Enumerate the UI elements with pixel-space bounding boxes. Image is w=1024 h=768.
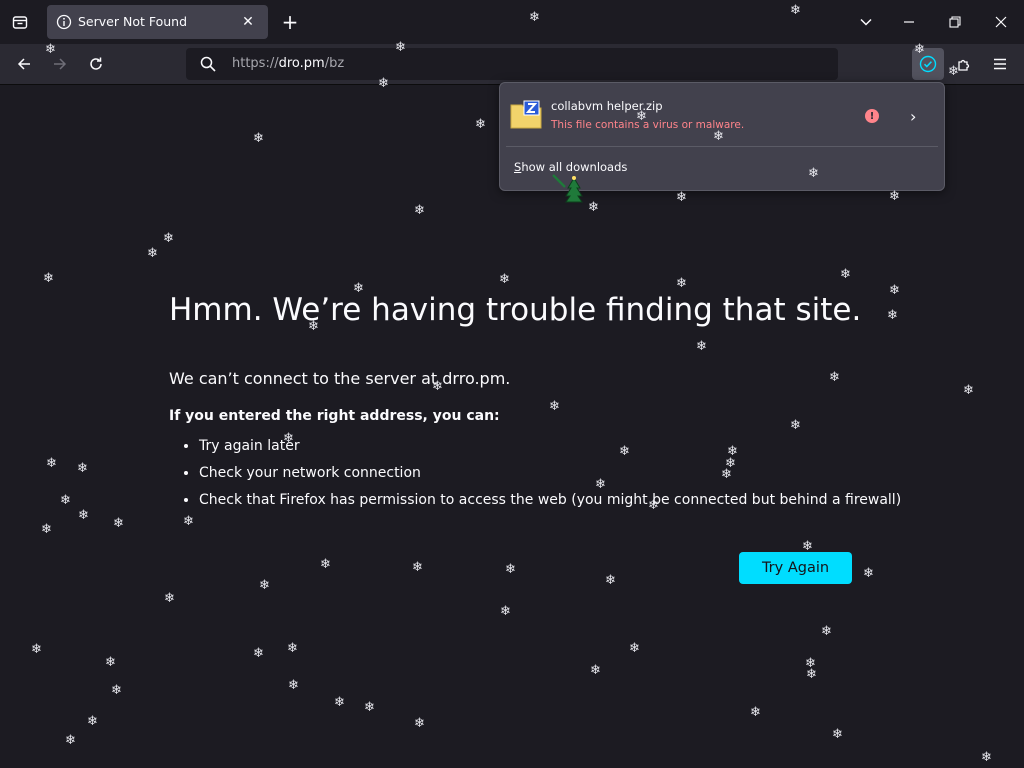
url-scheme: https:// [232,56,279,71]
download-file-name: collabvm helper.zip [551,99,663,113]
list-item: Check that Firefox has permission to acc… [199,487,901,514]
list-all-tabs-button[interactable] [854,10,878,34]
chevron-right-icon[interactable]: › [910,107,916,126]
tips-list: Try again later Check your network conne… [169,433,901,514]
list-item: Try again later [199,433,901,460]
tab-close-button[interactable]: ✕ [236,10,260,34]
url-text: https://dro.pm/bz [232,56,344,71]
zip-file-icon [510,99,542,129]
download-status: This file contains a virus or malware. [551,119,745,131]
new-tab-button[interactable]: + [278,8,302,36]
error-subheading: If you entered the right address, you ca… [169,408,500,424]
reload-icon[interactable] [84,52,108,76]
tab-server-not-found[interactable]: Server Not Found ✕ [47,5,268,39]
nav-toolbar: https://dro.pm/bz [0,44,1024,85]
info-icon [56,14,72,34]
restore-button[interactable] [943,10,967,34]
divider [506,146,938,147]
forward-icon[interactable] [48,52,72,76]
downloads-button[interactable] [912,48,944,80]
menu-icon[interactable] [988,52,1012,76]
error-description: We can’t connect to the server at drro.p… [169,369,511,388]
url-path: /bz [324,56,345,71]
close-window-button[interactable] [989,10,1013,34]
url-bar[interactable]: https://dro.pm/bz [186,48,838,80]
tab-bar: Server Not Found ✕ + [0,0,1024,44]
search-icon [200,56,216,76]
extensions-icon[interactable] [952,52,976,76]
url-host: dro.pm [278,56,325,71]
tab-title: Server Not Found [78,14,188,29]
minimize-button[interactable] [897,10,921,34]
error-title: Hmm. We’re having trouble finding that s… [169,292,862,328]
list-item: Check your network connection [199,460,901,487]
mouse-cursor-icon [550,172,584,210]
back-icon[interactable] [12,52,36,76]
warning-icon: ! [865,109,879,123]
download-done-icon [919,55,937,77]
try-again-button[interactable]: Try Again [739,552,852,584]
tab-list-icon[interactable] [8,10,32,34]
download-item[interactable]: collabvm helper.zip This file contains a… [506,89,936,141]
